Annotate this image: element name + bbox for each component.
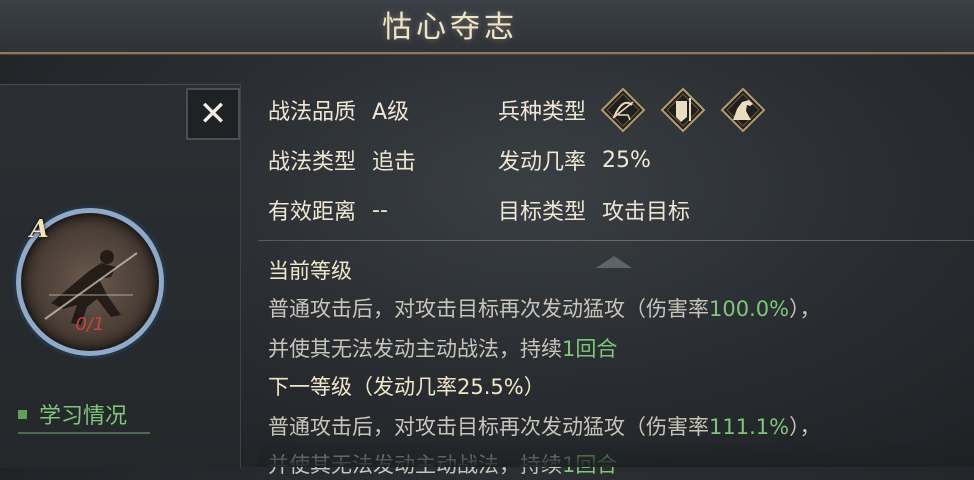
skill-progress-count: 0/1 (75, 314, 105, 335)
range-label: 有效距离 (268, 200, 357, 225)
next-line1-text: 普通攻击后，对攻击目标再次发动猛攻（伤害率 (268, 415, 709, 439)
info-unit-row: 兵种类型 (498, 84, 780, 136)
close-icon[interactable]: ✕ (199, 97, 228, 131)
type-value: 追击 (372, 150, 417, 175)
current-level-header: 当前等级 (268, 259, 352, 283)
page-title: 怙心夺志 (382, 10, 518, 45)
learn-status-link[interactable]: 学习情况 (18, 396, 150, 434)
next-line1-end: ）， (789, 415, 821, 439)
info-type-row: 战法类型 追击 (268, 142, 416, 178)
current-line1-end: ）， (789, 297, 821, 321)
bow-cavalry-icon[interactable] (600, 87, 646, 133)
title-bar: 怙心夺志 (0, 0, 974, 54)
scroll-fade-overlay (258, 440, 974, 467)
current-level-line-2: 并使其无法发动主动战法，持续1回合 (268, 334, 617, 364)
quality-label: 战法品质 (268, 100, 357, 125)
target-label: 目标类型 (498, 200, 587, 225)
current-line2-text: 并使其无法发动主动战法，持续 (268, 337, 562, 361)
current-duration: 1回合 (562, 337, 618, 361)
next-damage-rate: 111.1% (709, 415, 790, 439)
close-button[interactable]: ✕ (186, 88, 240, 140)
next-level-line-1: 普通攻击后，对攻击目标再次发动猛攻（伤害率111.1%）， (268, 412, 821, 442)
shield-infantry-icon[interactable] (660, 87, 706, 133)
section-divider (258, 240, 974, 241)
skill-grade-badge: A (30, 214, 49, 243)
horse-cavalry-icon[interactable] (720, 87, 766, 133)
info-range-row: 有效距离 -- (268, 192, 388, 228)
info-quality-row: 战法品质 A级 (268, 92, 409, 128)
scroll-up-caret-icon[interactable] (596, 256, 632, 268)
bullet-icon (18, 409, 27, 419)
current-line1-text: 普通攻击后，对攻击目标再次发动猛攻（伤害率 (268, 297, 709, 321)
type-label: 战法类型 (268, 150, 357, 175)
current-damage-rate: 100.0% (709, 297, 790, 321)
learn-status-label[interactable]: 学习情况 (39, 398, 127, 430)
unit-label: 兵种类型 (498, 100, 587, 125)
range-value: -- (372, 197, 388, 223)
target-value: 攻击目标 (602, 200, 691, 225)
rate-label: 发动几率 (498, 150, 587, 175)
info-rate-row: 发动几率 25% (498, 142, 651, 178)
next-level-header: 下一等级（发动几率25.5%） (268, 375, 545, 399)
current-level-line-1: 普通攻击后，对攻击目标再次发动猛攻（伤害率100.0%）， (268, 294, 821, 324)
unit-icon-list (600, 87, 780, 133)
quality-value: A级 (372, 100, 410, 125)
info-target-row: 目标类型 攻击目标 (498, 192, 690, 228)
rate-value: 25% (602, 147, 651, 173)
